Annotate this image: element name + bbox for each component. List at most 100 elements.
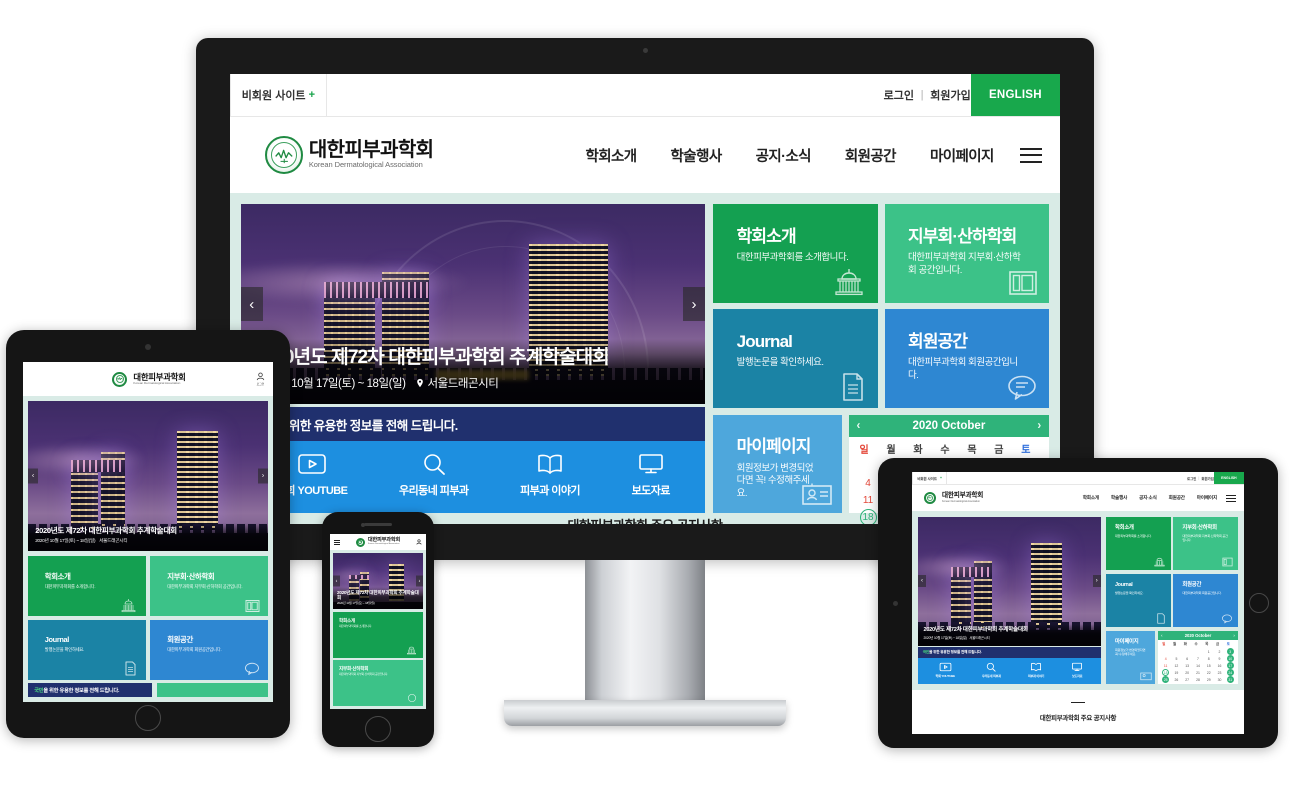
calendar-day[interactable]: 21 <box>1194 669 1201 676</box>
calendar-day[interactable]: 4 <box>860 475 877 492</box>
calendar-day[interactable]: 27 <box>1184 676 1191 683</box>
calendar-day[interactable]: 11 <box>860 492 877 509</box>
hamburger-menu-icon[interactable] <box>334 539 340 545</box>
tile-member-space[interactable]: 회원공간 대한피부과학회 회원공간입니다. <box>1173 573 1238 628</box>
calendar-day[interactable]: 29 <box>1205 676 1212 683</box>
calendar-day[interactable]: 16 <box>1216 662 1223 669</box>
site-logo[interactable]: 대한피부과학회 Korean Dermatological Associatio… <box>355 537 400 547</box>
info-shortcut-clinic-search[interactable]: 우리동네 피부과 <box>399 452 469 498</box>
nav-item-members[interactable]: 회원공간 <box>1169 495 1185 501</box>
hero-slider[interactable]: ‹ › 2020년도 제72차 대한피부과학회 추계학술대회 2020년 10월… <box>333 553 423 609</box>
tile-branches[interactable]: 지부회·산하학회 대한피부과학회 지부회·산하학회 공간입니다. <box>1173 517 1238 571</box>
tile-member-space[interactable]: 회원공간 대한피부과학회 회원공간입니다. <box>884 309 1050 408</box>
calendar-day[interactable]: 30 <box>1216 676 1223 683</box>
hamburger-menu-icon[interactable] <box>1226 494 1236 502</box>
tile-about[interactable]: 학회소개 대한피부과학회를 소개합니다. <box>713 204 878 303</box>
calendar-day[interactable]: 2 <box>1216 648 1223 655</box>
calendar-day[interactable]: 28 <box>1194 676 1201 683</box>
calendar-day[interactable]: 7 <box>1194 655 1201 662</box>
calendar-day[interactable]: 4 <box>1162 655 1169 662</box>
login-link[interactable]: 로그인 <box>1187 476 1196 481</box>
calendar-day[interactable]: 26 <box>1173 676 1180 683</box>
calendar-day[interactable]: 23 <box>1216 669 1223 676</box>
info-shortcut-press[interactable]: 보도자료 <box>1071 662 1083 678</box>
calendar-day[interactable]: 3 <box>1226 648 1234 656</box>
calendar-day[interactable]: 19 <box>1173 669 1180 676</box>
nonmember-site-link[interactable]: 비회원 사이트 + <box>230 74 327 116</box>
tile-mypage[interactable]: 마이페이지 회원정보가 변경되었다면 꼭! 수정해주세요. <box>1105 630 1156 684</box>
hero-prev-button[interactable]: ‹ <box>918 575 926 588</box>
english-language-button[interactable]: ENGLISH <box>1213 472 1244 484</box>
nonmember-site-link[interactable]: 비회원 사이트 + <box>912 472 948 484</box>
tile-journal[interactable]: Journal 발행논문을 확인하세요. <box>28 619 146 680</box>
event-calendar[interactable]: ‹ 2020 October › 일월화수목금토1234567891011121… <box>1157 630 1238 684</box>
calendar-day[interactable]: 22 <box>1205 669 1212 676</box>
info-shortcut-stories[interactable]: 피부과 이야기 <box>520 452 581 498</box>
hero-next-button[interactable]: › <box>416 575 423 587</box>
hero-prev-button[interactable]: ‹ <box>240 287 263 322</box>
nav-item-news[interactable]: 공지·소식 <box>756 145 812 166</box>
calendar-day[interactable]: 25 <box>1162 676 1170 684</box>
site-logo[interactable]: 대한피부과학회 Korean Dermatological Associatio… <box>112 371 186 387</box>
tablet-home-button[interactable] <box>135 705 161 731</box>
calendar-prev-button[interactable]: ‹ <box>857 420 861 432</box>
hamburger-menu-icon[interactable] <box>31 375 42 383</box>
calendar-day[interactable]: 14 <box>1194 662 1201 669</box>
login-link[interactable]: 로그인 <box>884 87 914 103</box>
tile-about[interactable]: 학회소개 대한피부과학회를 소개합니다. <box>333 612 423 658</box>
tile-branches[interactable]: 지부회·산하학회 대한피부과학회 지부회·산하학회 공간입니다. <box>884 204 1050 303</box>
calendar-next-button[interactable]: › <box>1233 633 1234 638</box>
calendar-day[interactable]: 31 <box>1226 676 1234 684</box>
hero-slider[interactable]: ‹ › 2020년도 제72차 대한피부과학회 추계학술대회 2020년 10월… <box>918 517 1101 646</box>
calendar-day[interactable]: 11 <box>1162 662 1169 669</box>
nav-item-about[interactable]: 학회소개 <box>1083 495 1099 501</box>
calendar-day[interactable]: 18 <box>1162 669 1170 677</box>
tile-journal[interactable]: Journal 발행논문을 확인하세요. <box>713 309 878 408</box>
english-language-button[interactable]: ENGLISH <box>970 74 1060 116</box>
calendar-day[interactable]: 17 <box>1226 662 1234 670</box>
nav-item-events[interactable]: 학술행사 <box>1111 495 1127 501</box>
nav-item-members[interactable]: 회원공간 <box>845 145 897 166</box>
nav-item-mypage[interactable]: 마이페이지 <box>930 145 994 166</box>
calendar-day[interactable]: 13 <box>1184 662 1191 669</box>
tile-branches[interactable]: 지부회·산하학회 대한피부과학회 지부회·산하학회 공간입니다. <box>333 660 423 706</box>
nav-item-events[interactable]: 학술행사 <box>671 145 723 166</box>
calendar-day[interactable]: 10 <box>1226 655 1234 663</box>
info-shortcut-press[interactable]: 보도자료 <box>632 452 670 498</box>
calendar-day[interactable]: 15 <box>1205 662 1212 669</box>
info-shortcut-youtube[interactable]: 학회 YOUTUBE <box>935 662 955 678</box>
nav-item-about[interactable]: 학회소개 <box>586 145 638 166</box>
nav-item-news[interactable]: 공지·소식 <box>1139 495 1157 501</box>
calendar-day[interactable]: 12 <box>1173 662 1180 669</box>
calendar-day[interactable]: 8 <box>1205 655 1212 662</box>
phone-home-button[interactable] <box>365 716 391 742</box>
user-account-icon[interactable] <box>416 539 422 545</box>
tile-placeholder[interactable] <box>156 683 269 697</box>
calendar-next-button[interactable]: › <box>1037 420 1041 432</box>
tile-about[interactable]: 학회소개 대한피부과학회를 소개합니다. <box>1105 517 1171 571</box>
tile-mypage[interactable]: 마이페이지 회원정보가 변경되었다면 꼭! 수정해주세요. <box>713 414 842 514</box>
info-shortcut-stories[interactable]: 피부과 이야기 <box>1028 662 1044 678</box>
info-shortcut-clinic-search[interactable]: 우리동네 피부과 <box>982 662 1001 678</box>
tablet-home-button[interactable] <box>1249 593 1269 613</box>
tile-about[interactable]: 학회소개 대한피부과학회를 소개합니다. <box>28 556 146 617</box>
tile-member-space[interactable]: 회원공간 대한피부과학회 회원공간입니다. <box>150 619 269 680</box>
join-link[interactable]: 회원가입 <box>1201 476 1213 481</box>
nav-item-mypage[interactable]: 마이페이지 <box>1197 495 1217 501</box>
calendar-day[interactable]: 18 <box>859 508 877 524</box>
site-logo[interactable]: 대한피부과학회 Korean Dermatological Associatio… <box>264 136 434 174</box>
calendar-day[interactable]: 5 <box>1173 655 1180 662</box>
account-button[interactable]: 로그인 <box>256 372 265 386</box>
hero-prev-button[interactable]: ‹ <box>28 468 38 484</box>
calendar-day[interactable]: 6 <box>1184 655 1191 662</box>
hero-next-button[interactable]: › <box>1092 575 1101 588</box>
calendar-day[interactable]: 24 <box>1226 669 1234 677</box>
hero-slider[interactable]: ‹ › 2020년도 제72차 대한피부과학회 추계학술대회 2020년 10월… <box>28 401 268 551</box>
hero-slider[interactable]: ‹ › 2020년도 제72차 대한피부과학회 추계학술대회 2020년 10월… <box>240 204 705 405</box>
calendar-day[interactable]: 1 <box>1205 648 1212 655</box>
hero-next-button[interactable]: › <box>683 287 705 322</box>
join-link[interactable]: 회원가입 <box>930 87 970 103</box>
site-logo[interactable]: 대한피부과학회 Korean Dermatological Associatio… <box>924 492 983 504</box>
hero-prev-button[interactable]: ‹ <box>333 575 340 587</box>
tile-journal[interactable]: Journal 발행논문을 확인하세요. <box>1105 573 1171 628</box>
